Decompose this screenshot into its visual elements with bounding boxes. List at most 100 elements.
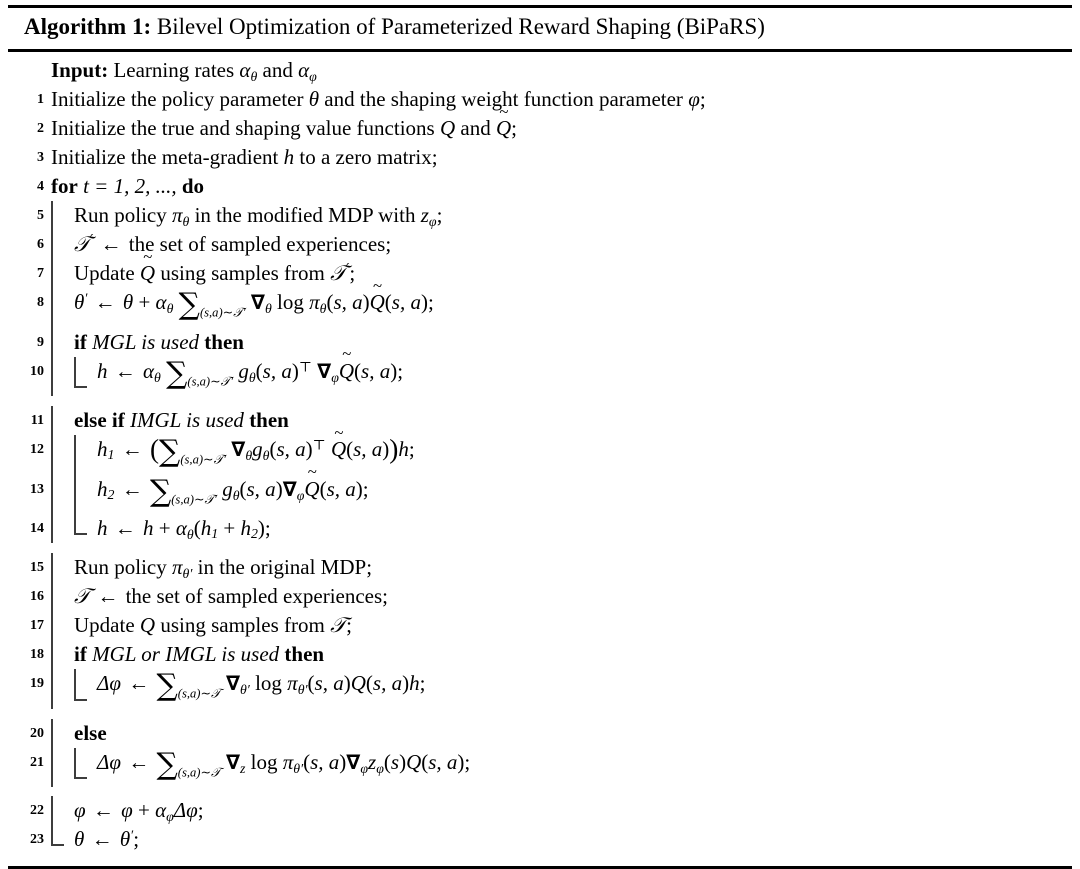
line-content: 𝒯′ ← the set of sampled experiences;	[70, 230, 1072, 259]
q-tilde-symbol: ~ Q	[139, 246, 156, 285]
line-content: h2 ← ∑(s,a)∼𝒯′ gθ(s, a)∇φ ~ Q(s, a);	[97, 462, 369, 509]
delta-phi: Δφ	[97, 749, 121, 774]
then-keyword: then	[204, 329, 244, 354]
indent-rule-level-1	[47, 747, 70, 788]
h2-symbol: h2	[97, 476, 115, 502]
line-1-text-a: Initialize the policy parameter	[51, 87, 304, 111]
indent-guides	[47, 825, 70, 854]
line-content: h ← h + αθ(h1 + h2);	[97, 516, 271, 543]
line-content: θ′ ← θ + αθ ∑(s,a)∼𝒯′ ∇θ log πθ(s, a) ~ Q(…	[74, 275, 434, 322]
line-number: 7	[37, 266, 44, 281]
q-symbol: Q	[439, 116, 456, 140]
assign-arrow: ←	[97, 584, 119, 609]
assign-arrow: ←	[128, 749, 150, 774]
indent-rule-level-1	[47, 356, 70, 397]
g-theta: gθ	[222, 476, 240, 503]
summation-symbol: ∑	[166, 355, 188, 391]
if-keyword: if	[74, 642, 87, 667]
summation-symbol: ∑	[159, 433, 181, 469]
q-symbol: Q	[139, 613, 156, 638]
line-content: Run policy πθ in the modified MDP with z…	[74, 203, 443, 229]
algorithm-line-7: 7 Update ~ Q using samples from 𝒯′;	[8, 246, 1072, 288]
summation-symbol: ∑	[156, 667, 178, 703]
line-content: for t = 1, 2, ..., do	[47, 172, 1072, 201]
indent-guides	[47, 747, 93, 788]
algorithm-line-8: 8 θ′ ← θ + αθ ∑(s,a)∼𝒯′ ∇θ log πθ(s, a) ~…	[8, 275, 1072, 328]
if-condition: MGL or IMGL is used	[92, 642, 280, 667]
indent-guides	[47, 582, 70, 612]
algorithm-line-16: 16 𝒯 ← the set of sampled experiences;	[8, 582, 1072, 612]
indent-rule-level-2-end	[70, 747, 93, 788]
algorithm-line-15: 15 Run policy πθ′ in the original MDP;	[8, 553, 1072, 583]
do-keyword: do	[181, 174, 205, 198]
line-17-text-a: Update	[74, 613, 135, 638]
line-content: h ← αθ ∑(s,a)∼𝒯′ gθ(s, a)⊤ ∇φ ~ Q(s, a);	[97, 344, 404, 391]
indent-rule-level-1	[47, 669, 70, 709]
summation-symbol: ∑	[178, 286, 200, 322]
alpha-phi: αφ	[155, 798, 174, 825]
line-number: 20	[30, 725, 44, 741]
line-number: 23	[30, 832, 44, 848]
h2-symbol: h2	[240, 516, 258, 542]
then-keyword: then	[284, 642, 325, 667]
input-label: Input:	[51, 58, 109, 82]
line-content: if MGL or IMGL is used then	[70, 640, 1072, 669]
line-5-text-b: in the modified MDP with	[194, 203, 416, 227]
indent-guides	[47, 230, 70, 259]
nabla-icon: ∇	[225, 749, 240, 774]
nabla-icon: ∇	[250, 290, 265, 314]
indent-rule-level-1	[47, 611, 70, 641]
assign-arrow: ←	[92, 798, 114, 823]
indent-guides	[47, 718, 70, 748]
indent-guides	[47, 553, 70, 583]
log-operator: log	[250, 749, 278, 774]
algorithm-line-13: 13 h2 ← ∑(s,a)∼𝒯′ gθ(s, a)∇φ ~ Q(s, a);	[8, 462, 1072, 515]
indent-rule-level-2-end	[70, 356, 93, 397]
algorithm-line-input: Input: Learning rates αθ and αφ	[8, 56, 1072, 85]
input-conjunction: and	[262, 58, 293, 82]
line-number: 13	[30, 481, 44, 497]
phi-symbol: φ	[74, 798, 86, 823]
tau-prime-symbol: 𝒯′	[74, 232, 94, 256]
line-content: h1 ← (∑(s,a)∼𝒯′ ∇θgθ(s, a)⊤ ~ Q(s, a))h;	[97, 422, 415, 469]
line-number: 16	[30, 589, 44, 605]
pi-theta-prime: πθ′	[282, 749, 304, 776]
summation-subscript: (s,a)∼𝒯′	[171, 492, 217, 507]
assign-arrow: ←	[121, 437, 143, 462]
line-3-text-a: Initialize the meta-gradient	[51, 145, 279, 169]
assign-arrow: ←	[94, 290, 116, 314]
line-content: Update Q using samples from 𝒯;	[74, 613, 352, 638]
line-number: 1	[37, 92, 44, 107]
line-content: Initialize the true and shaping value fu…	[47, 103, 1072, 143]
transpose-symbol: ⊤	[298, 358, 312, 374]
indent-guides	[47, 406, 70, 436]
indent-rule-level-1	[47, 582, 70, 612]
line-content: else	[70, 719, 1072, 748]
line-number: 12	[30, 442, 44, 458]
algorithm-line-19: 19 Δφ ← ∑(s,a)∼𝒯 ∇θ′ log πθ′(s, a)Q(s, a…	[8, 669, 1072, 709]
summation-subscript: (s,a)∼𝒯	[177, 765, 221, 780]
h1-symbol: h1	[200, 516, 219, 542]
alpha-theta: αθ	[155, 290, 174, 316]
indent-guides	[47, 327, 70, 357]
line-7-text-b: using samples from	[160, 261, 325, 285]
z-phi: zφ	[420, 203, 437, 229]
h-symbol: h	[97, 358, 108, 383]
algorithm-line-22: 22 φ ← φ + αφΔφ;	[8, 796, 1072, 826]
indent-rule-level-1	[47, 718, 70, 748]
line-content: φ ← φ + αφΔφ;	[74, 798, 204, 825]
algorithm-line-20: 20 else	[8, 718, 1072, 748]
indent-guides	[47, 356, 93, 397]
alpha-theta: αθ	[239, 58, 258, 84]
for-keyword: for	[51, 174, 78, 198]
alpha-theta: αθ	[175, 516, 194, 543]
indent-guides	[47, 201, 70, 230]
indent-guides	[47, 474, 93, 515]
indent-guides	[47, 611, 70, 641]
line-number: 9	[37, 334, 44, 350]
phi-symbol: φ	[121, 798, 133, 823]
summation-subscript: (s,a)∼𝒯	[177, 686, 221, 701]
indent-rule-level-1-end	[47, 825, 70, 854]
q-tilde-symbol: ~ Q	[304, 462, 320, 501]
caption-label: Algorithm 1:	[24, 14, 152, 39]
